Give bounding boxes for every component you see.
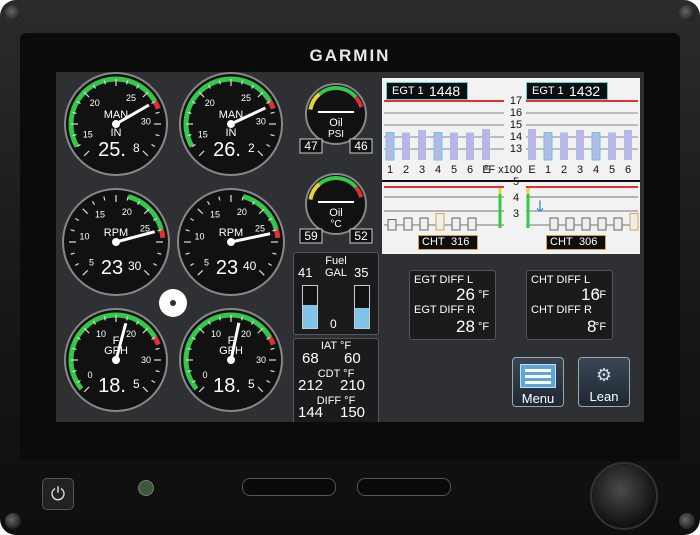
screw-icon <box>5 5 21 21</box>
oil_psi-right-value: 46 <box>354 139 368 153</box>
screw-icon <box>5 513 21 529</box>
man_left-tick-label: 20 <box>90 98 100 108</box>
rpm_right-value-sup: 40 <box>243 259 257 273</box>
rpm_right-tick-label: 20 <box>237 207 247 217</box>
rpm_left-label: RPM <box>104 227 128 239</box>
man_left-tick-label: 15 <box>83 129 93 139</box>
cdt-right: 210 <box>340 377 366 394</box>
man_right-tick-label: 20 <box>205 98 215 108</box>
diff-left: 144 <box>298 404 324 421</box>
temp-panel: IAT °F 68 60 CDT °F 212 210 DIFF °F 144 … <box>293 338 379 422</box>
power-button[interactable]: ⏻ <box>42 478 74 510</box>
ff_right-tick-label: 0 <box>203 370 208 380</box>
man_right-label: MAN <box>219 109 244 121</box>
screw-icon <box>679 513 695 529</box>
ff_right-value-sup: 5 <box>248 377 255 391</box>
iat-left: 68 <box>302 350 319 367</box>
rpm_left-value: 23 <box>101 257 123 279</box>
rpm_right-hub <box>227 238 235 246</box>
oil_temp-unit: °C <box>330 219 341 230</box>
man_right-tick-label: 15 <box>198 129 208 139</box>
rotary-knob[interactable] <box>590 462 658 530</box>
ff_right-tick-label: 10 <box>211 329 221 339</box>
man_right-value-sup: 2 <box>248 141 255 155</box>
diff-right: 150 <box>340 404 366 421</box>
rpm_right-tick-label: 10 <box>194 231 204 241</box>
oil_temp-label: Oil <box>329 207 342 219</box>
ff_left-red-arc <box>152 336 161 346</box>
rpm_left-hub <box>112 238 120 246</box>
ff_left-value: 18. <box>98 375 126 397</box>
man_right-red-arc <box>267 100 276 110</box>
fuel-left-tank <box>302 285 318 329</box>
rpm_right-tick-label: 15 <box>210 209 220 219</box>
rpm_left-tick-label: 15 <box>95 209 105 219</box>
rpm_left-red-arc <box>158 229 166 239</box>
engine-screen: EGT 1 1448 EGT 1 1432 ↓ 17 16 15 14 13 543 1… <box>56 72 644 422</box>
oil_psi-left-value: 47 <box>304 139 318 153</box>
man_left-unit: IN <box>111 127 122 139</box>
man_left-label: MAN <box>104 109 129 121</box>
ff_right-value: 18. <box>213 375 241 397</box>
brand-logo: GARMIN <box>309 46 391 65</box>
ff_left-tick-label: 20 <box>126 329 136 339</box>
ff_right-hub <box>227 356 235 364</box>
ff_right-tick-label: 30 <box>256 355 266 365</box>
rpm_right-tick-label: 5 <box>204 258 209 268</box>
cdt-left: 212 <box>298 377 324 394</box>
fuel-right-value: 35 <box>354 265 369 280</box>
fuel-left-level <box>303 304 317 328</box>
man_left-value-sup: 8 <box>133 141 140 155</box>
ff_right-unit: F <box>228 335 235 347</box>
rpm_left-tick-label: 20 <box>122 207 132 217</box>
ff_left-hub <box>112 356 120 364</box>
rpm_right-tick-label: 25 <box>255 223 265 233</box>
fuel-panel: Fuel GAL 41 35 0 <box>293 252 379 335</box>
man_left-tick-label: 30 <box>141 116 151 126</box>
avionics-display: GARMIN EGT 1 1448 EGT 1 1432 ↓ 17 16 15 14 1… <box>0 0 700 535</box>
rpm_left-tick-label: 25 <box>140 223 150 233</box>
sd-card-slot-right[interactable] <box>357 478 451 496</box>
man_right-tick-label: 25 <box>241 93 251 103</box>
man_left-tick-label: 25 <box>126 93 136 103</box>
oil_temp-left-value: 59 <box>304 229 318 243</box>
oil_psi-label: Oil <box>329 117 342 129</box>
ff_right-red-arc <box>267 336 276 346</box>
man_left-value: 25. <box>98 139 126 161</box>
propeller-hub <box>170 300 176 306</box>
oil_psi-unit: PSI <box>328 129 344 140</box>
rpm_right-value: 23 <box>216 257 238 279</box>
ff_right-tick-label: 20 <box>241 329 251 339</box>
man_right-value: 26. <box>213 139 241 161</box>
screw-icon <box>679 5 695 21</box>
man_right-tick-label: 30 <box>256 116 266 126</box>
rpm_left-value-sup: 30 <box>128 259 142 273</box>
ff_left-tick-label: 30 <box>141 355 151 365</box>
ff_left-tick-label: 0 <box>88 370 93 380</box>
man_left-red-arc <box>152 100 161 110</box>
fuel-zero: 0 <box>330 317 337 331</box>
ff_left-value-sup: 5 <box>133 377 140 391</box>
fuel-right-tank <box>354 285 370 329</box>
ff_left-tick-label: 10 <box>96 329 106 339</box>
man_right-unit: IN <box>226 127 237 139</box>
fuel-left-value: 41 <box>298 265 313 280</box>
ff_left-unit: F <box>113 335 120 347</box>
rpm_left-tick-label: 5 <box>89 258 94 268</box>
light-sensor-icon <box>138 480 154 496</box>
iat-right: 60 <box>344 350 361 367</box>
rpm_right-label: RPM <box>219 227 243 239</box>
rpm_left-tick-label: 10 <box>79 231 89 241</box>
rpm_right-red-arc <box>273 229 281 239</box>
fuel-right-level <box>355 307 369 328</box>
power-icon: ⏻ <box>50 484 66 504</box>
oil_temp-right-value: 52 <box>354 229 368 243</box>
sd-card-slot-left[interactable] <box>242 478 336 496</box>
